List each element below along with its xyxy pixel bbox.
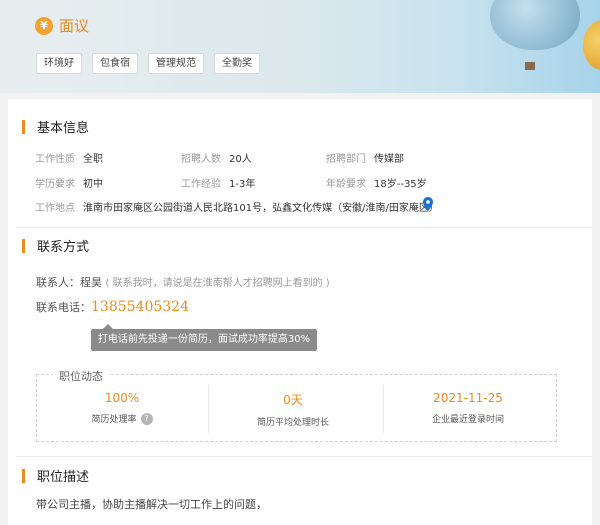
stat-last-login: 2021-11-25 企业最近登录时间 <box>383 391 553 425</box>
age-value: 18岁--35岁 <box>374 179 427 190</box>
job-type-value: 全职 <box>83 154 103 165</box>
stat-value: 0天 <box>283 393 303 407</box>
contact-hint: ( 联系我时，请说是在淮南帮人才招聘网上看到的 ) <box>105 278 330 289</box>
stats-label: 职位动态 <box>53 368 109 384</box>
benefit-tag: 环境好 <box>36 53 82 74</box>
location-value: 淮南市田家庵区公园街道人民北路101号，弘鑫文化传媒（安徽/淮南/田家庵区） <box>83 203 439 214</box>
salary: ¥ 面议 <box>35 15 89 36</box>
headcount-label: 招聘人数 <box>181 154 221 165</box>
section-basic-info: 基本信息 <box>22 117 89 136</box>
section-title: 联系方式 <box>37 240 90 255</box>
stat-caption: 企业最近登录时间 <box>431 415 504 425</box>
stat-value: 2021-11-25 <box>433 391 503 405</box>
salary-value: 面议 <box>59 17 90 35</box>
section-description: 职位描述 <box>22 466 89 485</box>
location-pin-icon[interactable] <box>423 197 433 211</box>
resume-tip-tooltip: 打电话前先投递一份简历，面试成功率提高30% <box>91 324 317 351</box>
divider <box>16 227 592 228</box>
divider <box>16 456 592 457</box>
section-contact: 联系方式 <box>22 236 89 255</box>
contact-person: 联系人：程昊 ( 联系我时，请说是在淮南帮人才招聘网上看到的 ) <box>36 274 330 290</box>
experience-value: 1-3年 <box>229 179 256 190</box>
benefit-tag: 包食宿 <box>92 53 138 74</box>
contact-person-name: 程昊 <box>80 276 102 289</box>
headcount-value: 20人 <box>229 154 252 165</box>
section-marker <box>22 468 25 483</box>
contact-phone: 联系电话：13855405324 <box>36 299 189 315</box>
age-label: 年龄要求 <box>326 179 366 190</box>
header-banner: ¥ 面议 环境好 包食宿 管理规范 全勤奖 <box>0 0 600 93</box>
department-value: 传媒部 <box>374 154 404 165</box>
benefit-tag: 管理规范 <box>148 53 204 74</box>
education-value: 初中 <box>83 179 103 190</box>
help-icon[interactable]: ? <box>140 412 153 425</box>
experience-label: 工作经验 <box>181 179 221 190</box>
section-title: 基本信息 <box>37 121 90 136</box>
stat-caption-wrap: 简历平均处理时长 <box>208 415 378 428</box>
job-type-label: 工作性质 <box>35 154 75 165</box>
balloon-basket-decoration <box>525 62 535 70</box>
education-label: 学历要求 <box>35 179 75 190</box>
stat-avg-time: 0天 简历平均处理时长 <box>208 391 378 428</box>
benefit-tag: 全勤奖 <box>214 53 260 74</box>
contact-person-label: 联系人： <box>36 276 80 289</box>
balloon-decoration-small <box>583 20 600 70</box>
section-title: 职位描述 <box>37 470 90 485</box>
yen-icon: ¥ <box>35 16 53 35</box>
stat-resume-rate: 100% 简历处理率 ? <box>37 391 207 425</box>
job-description-text: 带公司主播，协助主播解决一切工作上的问题， <box>36 498 267 511</box>
section-marker <box>22 119 25 134</box>
contact-phone-number[interactable]: 13855405324 <box>91 299 189 315</box>
stat-value: 100% <box>104 391 140 405</box>
department-label: 招聘部门 <box>326 154 366 165</box>
contact-phone-label: 联系电话： <box>36 301 91 314</box>
stat-caption-wrap: 简历处理率 ? <box>37 412 207 425</box>
benefit-tags: 环境好 包食宿 管理规范 全勤奖 <box>36 53 260 74</box>
job-detail-card: 基本信息 工作性质 全职 招聘人数 20人 招聘部门 传媒部 学历要求 初中 工… <box>8 99 592 525</box>
section-marker <box>22 238 25 253</box>
stat-caption: 简历平均处理时长 <box>256 418 329 428</box>
stat-caption: 简历处理率 <box>91 415 137 425</box>
stat-caption-wrap: 企业最近登录时间 <box>383 412 553 425</box>
location-label: 工作地点 <box>35 203 75 214</box>
job-stats-box: 职位动态 100% 简历处理率 ? 0天 简历平均处理时长 2021-11-25… <box>36 368 557 442</box>
balloon-decoration <box>490 0 580 50</box>
